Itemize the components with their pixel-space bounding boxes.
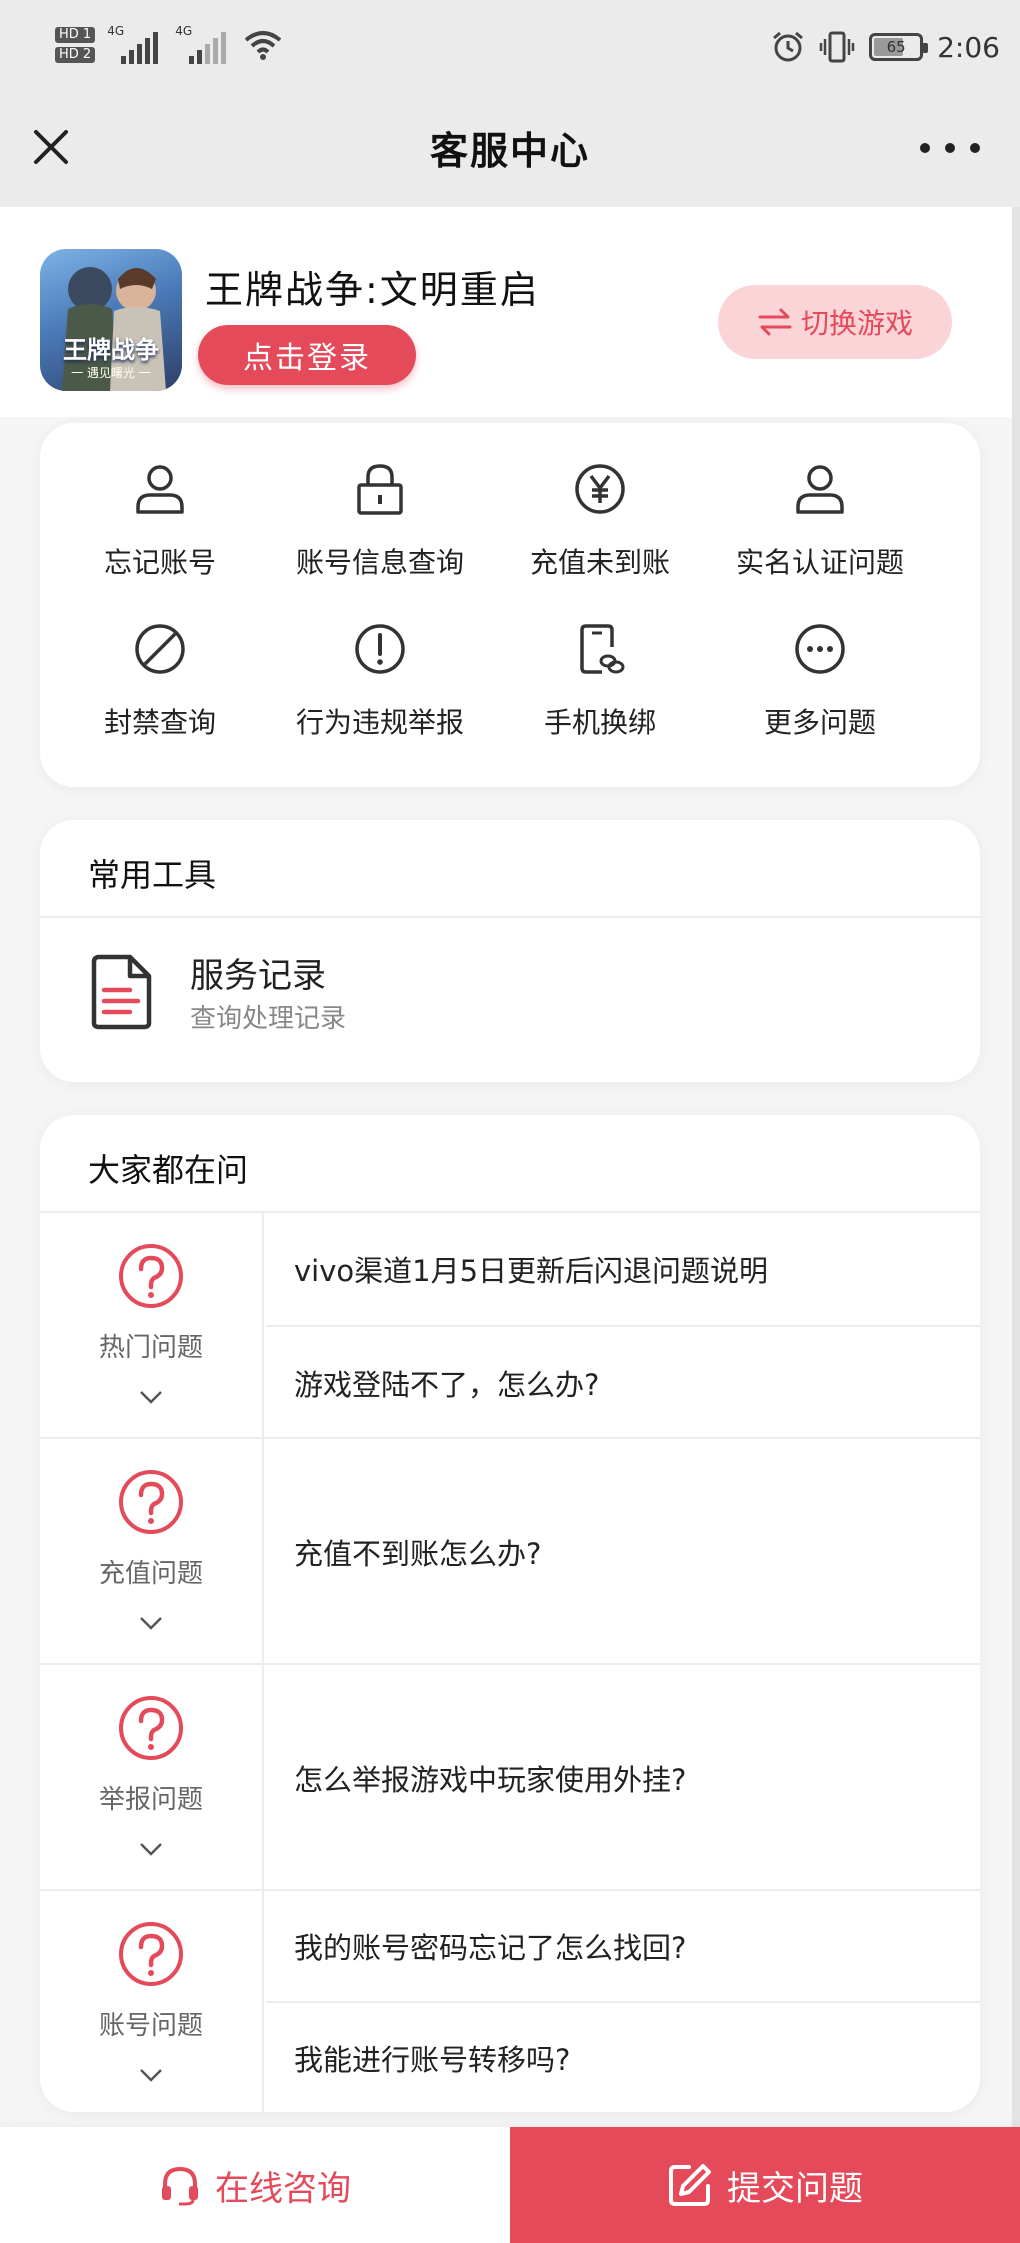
online-consult-button[interactable]: 在线咨询 <box>0 2127 510 2243</box>
game-header: 王牌战争 一 遇见曙光 一 王牌战争:文明重启 点击登录 切换游戏 <box>0 207 1012 417</box>
tools-title: 常用工具 <box>88 856 217 894</box>
quick-label: 实名认证问题 <box>735 546 904 579</box>
signal-2-icon: 4G <box>175 24 231 66</box>
question-circle-icon <box>119 1244 183 1308</box>
battery-level: 65 <box>886 38 906 56</box>
game-icon-logo: 王牌战争 <box>63 336 159 364</box>
faq-category-account[interactable]: 账号问题 <box>40 1891 264 2112</box>
chevron-down-icon <box>140 1617 162 1630</box>
faq-question[interactable]: 充值不到账怎么办? <box>266 1439 980 1665</box>
submit-question-label: 提交问题 <box>727 2168 863 2209</box>
quick-label: 忘记账号 <box>103 546 216 579</box>
headset-icon <box>162 2166 198 2206</box>
ban-icon <box>135 624 185 674</box>
alarm-icon <box>773 31 804 62</box>
lock-icon <box>357 464 403 515</box>
service-record-title: 服务记录 <box>190 956 326 996</box>
game-icon: 王牌战争 一 遇见曙光 一 <box>40 249 182 391</box>
quick-ban-query[interactable]: 封禁查询 <box>50 583 270 743</box>
quick-realname-auth[interactable]: 实名认证问题 <box>710 423 930 583</box>
scrollbar[interactable] <box>1012 207 1020 2127</box>
edit-icon <box>669 2164 711 2206</box>
signal-1-icon: 4G <box>107 24 163 66</box>
clock: 2:06 <box>937 30 1000 64</box>
question-circle-icon <box>119 1922 183 1986</box>
quick-account-info[interactable]: 账号信息查询 <box>270 423 490 583</box>
service-record-item[interactable]: 服务记录 查询处理记录 <box>40 918 980 1082</box>
faq-title: 大家都在问 <box>88 1151 249 1189</box>
quick-more-questions[interactable]: 更多问题 <box>710 583 930 743</box>
login-button[interactable]: 点击登录 <box>198 325 416 385</box>
quick-recharge-missing[interactable]: 充值未到账 <box>490 423 710 583</box>
alert-icon <box>355 624 405 674</box>
quick-label: 充值未到账 <box>529 546 670 579</box>
game-icon-subtitle: 一 遇见曙光 一 <box>71 366 151 380</box>
quick-label: 封禁查询 <box>103 706 216 739</box>
question-circle-icon <box>119 1470 183 1534</box>
quick-label: 手机换绑 <box>543 706 656 739</box>
faq-group-account: 账号问题 我的账号密码忘记了怎么找回? 我能进行账号转移吗? <box>40 1889 980 2112</box>
service-record-subtitle: 查询处理记录 <box>190 1004 347 1034</box>
faq-group-report: 举报问题 怎么举报游戏中玩家使用外挂? <box>40 1663 980 1889</box>
faq-group-recharge: 充值问题 充值不到账怎么办? <box>40 1437 980 1663</box>
online-consult-label: 在线咨询 <box>215 2168 351 2209</box>
wifi-icon <box>244 31 282 60</box>
user-icon <box>796 465 844 514</box>
faq-question[interactable]: vivo渠道1月5日更新后闪退问题说明 <box>266 1213 980 1325</box>
quick-actions-card: 忘记账号 账号信息查询 充值未到账 实名认证问题 封禁查询 行为违规举报 手机换… <box>40 423 980 787</box>
tools-card: 常用工具 服务记录 查询处理记录 <box>40 820 980 1082</box>
more-circle-icon <box>795 624 845 674</box>
faq-question[interactable]: 怎么举报游戏中玩家使用外挂? <box>266 1665 980 1891</box>
status-bar-left: HD 1 HD 2 4G 4G <box>55 24 283 66</box>
battery-icon: 65 <box>869 33 929 61</box>
yen-icon <box>575 464 625 514</box>
quick-label: 更多问题 <box>763 706 876 739</box>
switch-game-label: 切换游戏 <box>800 307 913 340</box>
faq-category-report[interactable]: 举报问题 <box>40 1665 264 1889</box>
submit-question-button[interactable]: 提交问题 <box>510 2127 1020 2243</box>
faq-question[interactable]: 我的账号密码忘记了怎么找回? <box>266 1891 980 2001</box>
faq-question[interactable]: 我能进行账号转移吗? <box>266 2001 980 2112</box>
title-bar: 客服中心 <box>0 100 1020 207</box>
document-icon <box>91 954 152 1030</box>
quick-label: 账号信息查询 <box>295 546 464 579</box>
user-icon <box>136 465 184 514</box>
faq-category-label: 充值问题 <box>98 1559 203 1589</box>
swap-icon <box>758 308 792 336</box>
page-title: 客服中心 <box>429 129 590 173</box>
phone-link-icon <box>580 624 625 674</box>
quick-phone-rebind[interactable]: 手机换绑 <box>490 583 710 743</box>
quick-forget-account[interactable]: 忘记账号 <box>50 423 270 583</box>
sim1-badge: HD 1 <box>55 27 96 43</box>
sim-indicators: HD 1 HD 2 <box>55 27 96 63</box>
switch-game-button[interactable]: 切换游戏 <box>718 285 952 359</box>
faq-category-hot[interactable]: 热门问题 <box>40 1213 264 1437</box>
sim2-badge: HD 2 <box>55 47 96 63</box>
status-bar-right: 65 2:06 <box>771 30 1000 64</box>
game-name: 王牌战争:文明重启 <box>205 268 540 312</box>
faq-category-label: 账号问题 <box>98 2011 203 2041</box>
more-dot-icon <box>970 143 980 153</box>
quick-label: 行为违规举报 <box>295 706 464 739</box>
question-circle-icon <box>119 1696 183 1760</box>
quick-report-violation[interactable]: 行为违规举报 <box>270 583 490 743</box>
faq-category-recharge[interactable]: 充值问题 <box>40 1439 264 1663</box>
faq-card: 大家都在问 热门问题 vivo渠道1月5日更新后闪退问题说明 游戏登陆不了，怎么… <box>40 1115 980 2112</box>
faq-category-label: 举报问题 <box>98 1785 203 1815</box>
more-dot-icon <box>920 143 930 153</box>
more-dot-icon <box>945 143 955 153</box>
chevron-down-icon <box>140 1391 162 1404</box>
faq-question[interactable]: 游戏登陆不了，怎么办? <box>266 1325 980 1439</box>
more-options-button[interactable] <box>920 128 980 168</box>
chevron-down-icon <box>140 1843 162 1856</box>
chevron-down-icon <box>140 2069 162 2082</box>
status-bar: HD 1 HD 2 4G 4G 65 2:06 <box>0 0 1020 100</box>
bottom-action-bar: 在线咨询 提交问题 <box>0 2127 1020 2243</box>
faq-group-hot: 热门问题 vivo渠道1月5日更新后闪退问题说明 游戏登陆不了，怎么办? <box>40 1211 980 1437</box>
vibrate-icon <box>819 31 855 63</box>
faq-category-label: 热门问题 <box>98 1333 203 1363</box>
